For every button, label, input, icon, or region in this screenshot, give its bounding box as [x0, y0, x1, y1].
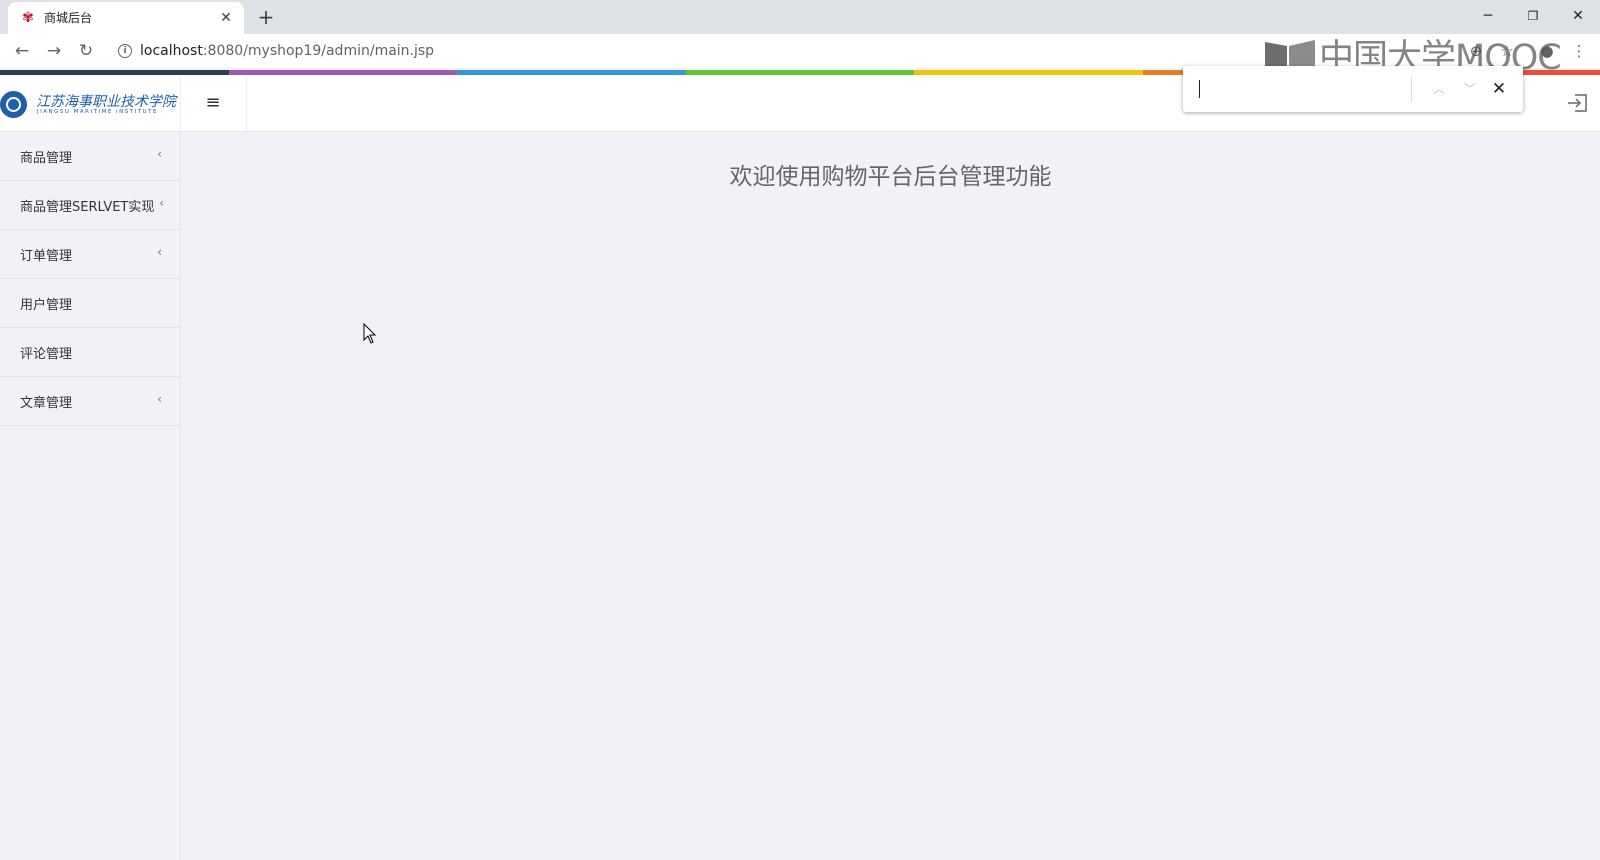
site-info-icon[interactable]: i	[118, 44, 132, 58]
find-input[interactable]	[1197, 79, 1401, 101]
sidebar-item-label: 文章管理	[20, 396, 73, 411]
find-previous-icon[interactable]: ︿	[1428, 78, 1450, 100]
url-path: :8080/myshop19/admin/main.jsp	[202, 43, 435, 59]
sidebar-item-articles[interactable]: 文章管理 ‹	[0, 377, 180, 426]
reload-button[interactable]: ↻	[74, 39, 98, 63]
chevron-left-icon: ‹	[157, 392, 162, 406]
sidebar-item-label: 评论管理	[20, 347, 73, 362]
tab-close-icon[interactable]: ✕	[216, 8, 236, 28]
address-bar[interactable]: i localhost:8080/myshop19/admin/main.jsp	[108, 37, 1238, 65]
find-bar: ︿ ﹀ ✕	[1183, 66, 1523, 112]
restore-button[interactable]: ❐	[1519, 4, 1547, 28]
sidebar-item-product[interactable]: 商品管理 ‹	[0, 132, 180, 181]
hamburger-icon[interactable]: ≡	[180, 75, 247, 131]
sidebar-item-orders[interactable]: 订单管理 ‹	[0, 230, 180, 279]
window-close-button[interactable]: ✕	[1564, 4, 1592, 28]
welcome-message: 欢迎使用购物平台后台管理功能	[729, 164, 1052, 190]
sidebar: 商品管理 ‹ 商品管理SERLVET实现 ‹ 订单管理 ‹ 用户管理 评论管理 …	[0, 132, 181, 860]
sidebar-item-label: 用户管理	[20, 298, 73, 313]
chevron-left-icon: ‹	[157, 147, 162, 161]
more-menu-icon[interactable]: ⋮	[1570, 42, 1588, 60]
back-button[interactable]: ←	[10, 39, 34, 63]
tab-title: 商城后台	[44, 11, 93, 25]
sidebar-item-product-servlet[interactable]: 商品管理SERLVET实现 ‹	[0, 181, 180, 230]
sidebar-item-label: 商品管理SERLVET实现	[20, 200, 155, 215]
minimize-button[interactable]: ─	[1474, 4, 1502, 28]
chevron-left-icon: ‹	[159, 196, 164, 210]
browser-tab[interactable]: ✾ 商城后台 ✕	[8, 2, 244, 34]
school-emblem-icon	[0, 91, 27, 118]
sidebar-item-label: 订单管理	[20, 249, 73, 264]
flower-favicon-icon: ✾	[22, 10, 34, 26]
new-tab-button[interactable]: +	[254, 6, 278, 30]
school-name-en: JIANGSU MARITIME INSTITUTE	[37, 109, 158, 115]
url-text: localhost:8080/myshop19/admin/main.jsp	[140, 43, 434, 59]
url-host: localhost	[140, 43, 203, 59]
school-name-cn: 江苏海事职业技术学院	[36, 94, 176, 110]
chevron-left-icon: ‹	[157, 245, 162, 259]
find-close-icon[interactable]: ✕	[1488, 78, 1510, 100]
school-logo: 江苏海事职业技术学院 JIANGSU MARITIME INSTITUTE	[0, 75, 181, 131]
find-divider	[1411, 76, 1412, 102]
logout-icon[interactable]	[1566, 93, 1588, 113]
text-caret	[1199, 80, 1200, 98]
forward-button[interactable]: →	[42, 39, 66, 63]
mouse-cursor-icon	[363, 323, 377, 344]
browser-tabstrip: ✾ 商城后台 ✕ + ─ ❐ ✕	[0, 0, 1600, 34]
main-content: 欢迎使用购物平台后台管理功能	[181, 132, 1600, 860]
sidebar-item-users[interactable]: 用户管理	[0, 279, 180, 328]
sidebar-item-comments[interactable]: 评论管理	[0, 328, 180, 377]
find-next-icon[interactable]: ﹀	[1459, 78, 1481, 100]
sidebar-item-label: 商品管理	[20, 151, 73, 166]
